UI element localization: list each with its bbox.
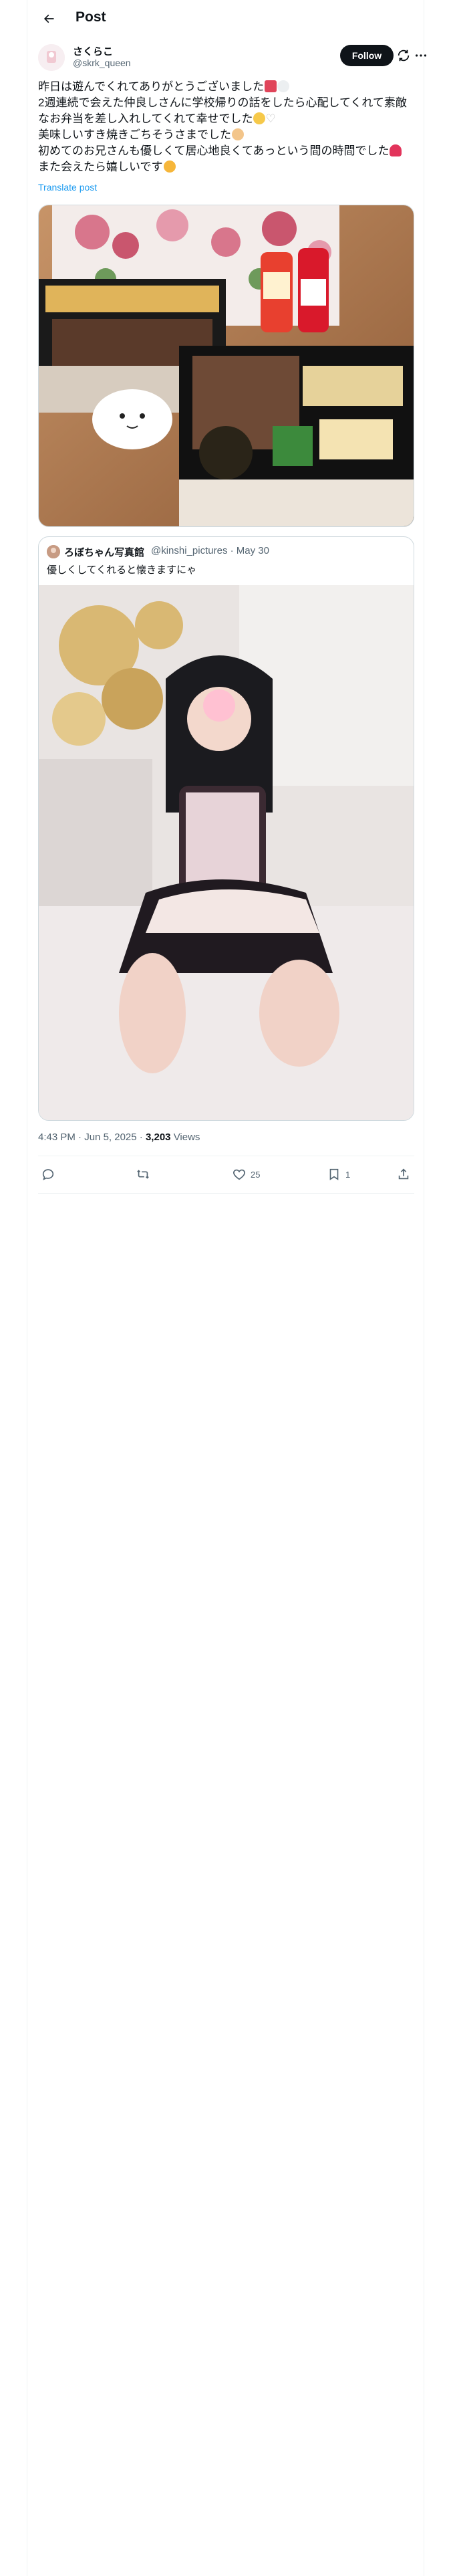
author-handle[interactable]: @skrk_queen (73, 58, 131, 68)
author-row: さくらこ @skrk_queen Follow (38, 43, 427, 75)
tweet-line: 初めてのお兄さんも優しくて居心地良くてあっという間の時間でした (38, 143, 414, 159)
quote-photo[interactable] (39, 585, 414, 1120)
heart-emoji: ♡ (265, 112, 276, 125)
grok-icon (398, 49, 410, 62)
quoted-post[interactable]: ろぼちゃん写真館 @kinshi_pictures · May 30 優しくして… (38, 536, 414, 1121)
closed-envelope-emoji (265, 80, 277, 92)
quote-avatar (47, 545, 60, 558)
white-heart-emoji (277, 80, 290, 92)
reply-button[interactable] (41, 1166, 59, 1182)
quote-text: 優しくしてくれると懐きますにゃ (47, 564, 197, 576)
share-button[interactable] (396, 1166, 411, 1182)
tweet-line: 昨日は遊んでくれてありがとうございました (38, 79, 414, 95)
ribbon-emoji (390, 144, 402, 156)
post-meta: 4:43 PM · Jun 5, 2025 · 3,203 Views (38, 1132, 200, 1143)
bookmark-button[interactable]: 1 (327, 1166, 350, 1182)
quote-author-name: ろぼちゃん写真館 (64, 547, 145, 558)
bookmark-icon (329, 1168, 339, 1180)
tweet-line: また会えたら嬉しいです (38, 159, 414, 175)
top-bar: Post (27, 0, 425, 37)
views-count: 3,203 (145, 1132, 171, 1143)
like-button[interactable]: 25 (232, 1166, 260, 1182)
follow-button[interactable]: Follow (340, 45, 394, 66)
heart-icon (233, 1169, 245, 1180)
arrow-left-icon (43, 14, 54, 23)
post-column: Post さくらこ @skrk_queen Follow 昨日は遊んでくれてあり… (27, 0, 427, 2576)
page-title: Post (76, 9, 106, 25)
tweet-text: 昨日は遊んでくれてありがとうございました 2週連続で会えた仲良しさんに学校帰りの… (38, 79, 414, 175)
quote-author-meta: @kinshi_pictures · May 30 (151, 545, 269, 556)
post-time[interactable]: 4:43 PM (38, 1132, 76, 1143)
smiling-face-emoji (163, 160, 176, 173)
repost-button[interactable] (136, 1166, 154, 1182)
grok-button[interactable] (396, 48, 411, 63)
repost-icon (137, 1170, 149, 1179)
action-bar: 25 1 (38, 1158, 414, 1190)
like-count: 25 (251, 1169, 261, 1180)
views-label: Views (173, 1132, 200, 1143)
author-display-name[interactable]: さくらこ (73, 44, 113, 58)
share-icon (398, 1168, 409, 1180)
post-date[interactable]: Jun 5, 2025 (84, 1132, 136, 1143)
more-horizontal-icon (415, 54, 427, 57)
smiling-tear-emoji (253, 112, 266, 124)
more-options-button[interactable] (414, 48, 428, 63)
post-photo-bento[interactable] (38, 205, 414, 527)
tweet-line: 2週連続で会えた仲良しさんに学校帰りの話をしたら心配してくれて素敵 (38, 96, 407, 109)
folded-hands-emoji (232, 128, 244, 140)
reply-icon (42, 1169, 54, 1180)
avatar[interactable] (38, 44, 65, 71)
translate-post-link[interactable]: Translate post (38, 182, 97, 193)
bookmark-count: 1 (345, 1169, 351, 1180)
tweet-line: 美味しいすき焼きごちそうさまでした (38, 127, 414, 143)
tweet-line: なお弁当を差し入れしてくれて幸せでした ♡ (38, 112, 276, 125)
back-button[interactable] (38, 8, 59, 29)
divider (38, 1193, 414, 1194)
